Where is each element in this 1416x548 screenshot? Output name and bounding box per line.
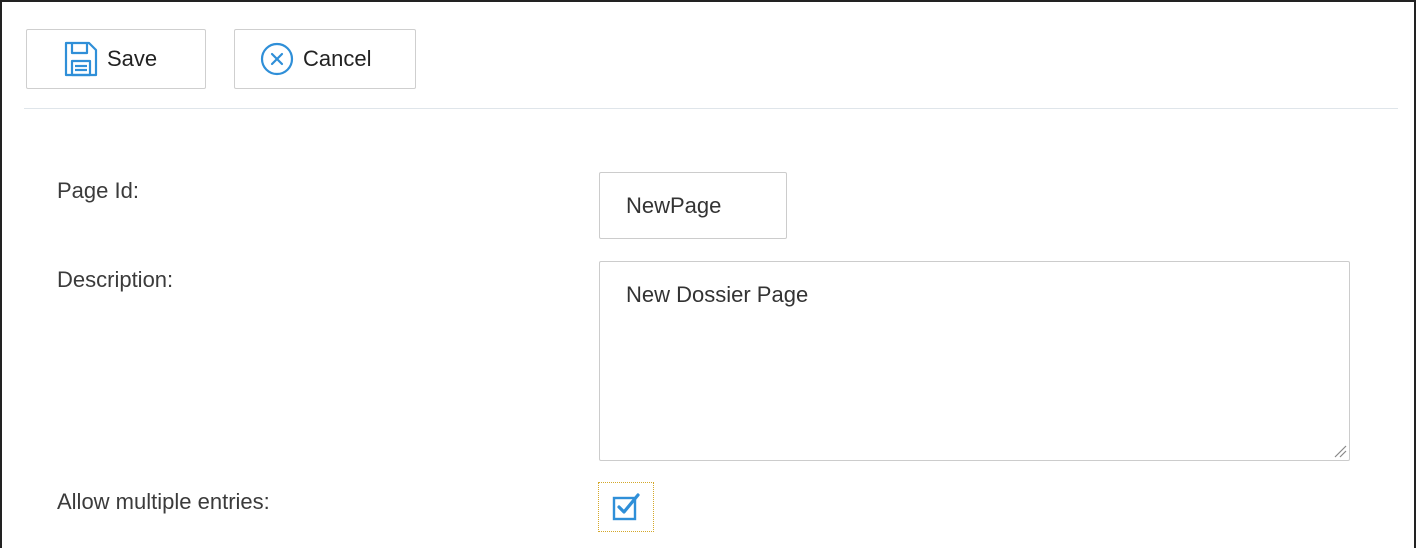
cancel-icon <box>259 41 295 77</box>
cancel-button[interactable]: Cancel <box>234 29 416 89</box>
allow-multiple-label: Allow multiple entries: <box>57 489 270 514</box>
save-button[interactable]: Save <box>26 29 206 89</box>
description-textarea[interactable]: New Dossier Page <box>599 261 1350 461</box>
allow-multiple-checkbox[interactable] <box>598 482 654 532</box>
page-id-label: Page Id: <box>57 178 139 203</box>
toolbar-divider <box>24 108 1398 109</box>
cancel-label: Cancel <box>303 46 372 71</box>
description-field-wrap: New Dossier Page <box>599 261 1350 461</box>
save-label: Save <box>107 46 158 71</box>
toolbar: Save Cancel <box>26 29 416 89</box>
save-icon <box>63 40 99 78</box>
checkbox-checked-icon <box>612 493 640 521</box>
page-id-input[interactable] <box>599 172 787 239</box>
description-label: Description: <box>57 267 174 292</box>
form-panel: Save Cancel Page Id: Description: New Do… <box>0 0 1416 548</box>
resize-handle-icon[interactable] <box>1333 444 1347 458</box>
